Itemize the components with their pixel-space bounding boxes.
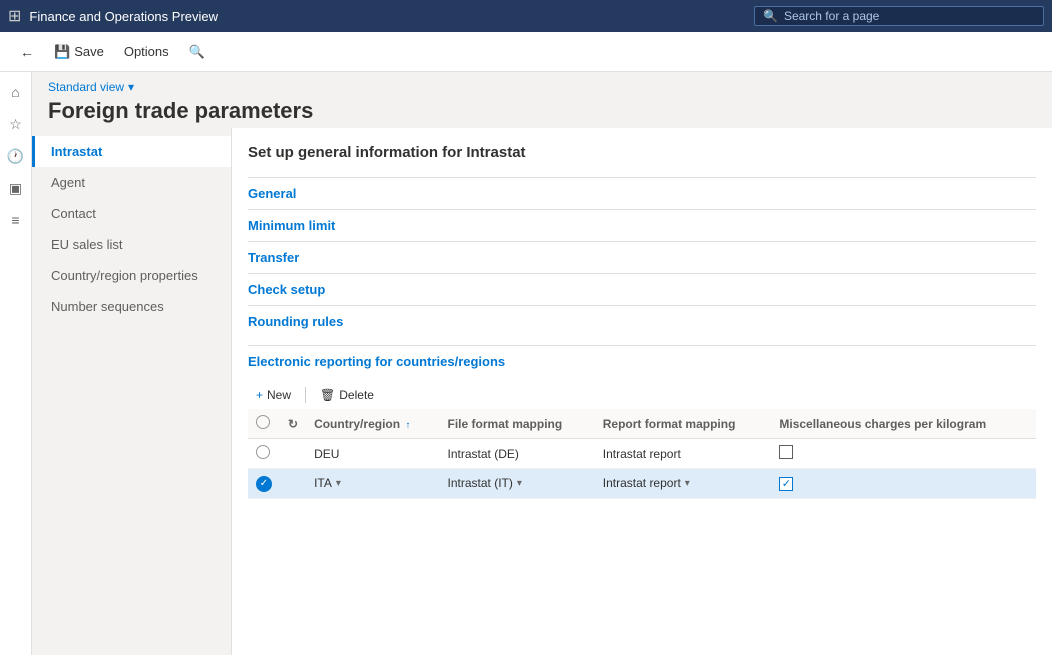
standard-view-selector[interactable]: Standard view ▾ (48, 80, 1036, 94)
right-panel: Set up general information for Intrastat… (232, 128, 1052, 655)
standard-view-label: Standard view (48, 80, 124, 94)
two-col-layout: Intrastat Agent Contact EU sales list Co… (32, 128, 1052, 655)
rail-workspaces-icon[interactable]: ▣ (4, 176, 28, 200)
nav-item-intrastat[interactable]: Intrastat (32, 136, 231, 167)
section-rounding-rules[interactable]: Rounding rules (248, 305, 1036, 337)
delete-label: Delete (339, 388, 374, 402)
plus-icon: + (256, 388, 263, 402)
section-transfer[interactable]: Transfer (248, 241, 1036, 273)
row-file-format-deu: Intrastat (DE) (440, 439, 595, 469)
reporting-title: Electronic reporting for countries/regio… (248, 345, 1036, 377)
command-bar: ← 💾 Save Options 🔍 (0, 32, 1052, 72)
row-check-ita: ✓ (256, 476, 272, 492)
row-misc-ita[interactable]: ✓ (771, 469, 1036, 499)
sort-icon: ↑ (405, 420, 410, 431)
section-rounding-rules-label: Rounding rules (248, 314, 343, 329)
global-search[interactable]: 🔍 (754, 6, 1044, 26)
row-refresh-deu[interactable] (280, 439, 306, 469)
row-report-format-ita: Intrastat report ▾ (595, 469, 772, 499)
options-button[interactable]: Options (116, 40, 177, 63)
section-transfer-label: Transfer (248, 250, 299, 265)
th-country-region[interactable]: Country/region ↑ (306, 409, 439, 439)
new-button[interactable]: + New (248, 385, 299, 405)
search-cmd-icon: 🔍 (189, 44, 205, 60)
grid-icon[interactable]: ⊞ (8, 6, 21, 26)
panel-subtitle: Set up general information for Intrastat (248, 144, 1036, 161)
search-button[interactable]: 🔍 (181, 40, 213, 64)
file-format-dropdown-arrow: ▾ (517, 478, 522, 489)
th-misc-charges[interactable]: Miscellaneous charges per kilogram (771, 409, 1036, 439)
section-general[interactable]: General (248, 177, 1036, 209)
save-button[interactable]: 💾 Save (46, 40, 112, 64)
content-area: Standard view ▾ Foreign trade parameters… (32, 72, 1052, 655)
rail-home-icon[interactable]: ⌂ (4, 80, 28, 104)
new-label: New (267, 388, 291, 402)
section-check-setup-label: Check setup (248, 282, 325, 297)
country-dropdown-arrow: ▾ (336, 478, 341, 489)
row-refresh-ita[interactable] (280, 469, 306, 499)
save-icon: 💾 (54, 44, 70, 60)
row-country-ita: ITA ▾ (306, 469, 439, 499)
section-minimum-limit[interactable]: Minimum limit (248, 209, 1036, 241)
table-row[interactable]: DEU Intrastat (DE) Intrastat report (248, 439, 1036, 469)
row-file-format-ita: Intrastat (IT) ▾ (440, 469, 595, 499)
page-header: Standard view ▾ Foreign trade parameters (32, 72, 1052, 128)
row-select-deu[interactable] (248, 439, 280, 469)
page-title: Foreign trade parameters (48, 98, 1036, 124)
back-button[interactable]: ← (12, 40, 42, 64)
nav-item-number-sequences[interactable]: Number sequences (32, 291, 231, 322)
icon-rail: ⌂ ☆ 🕐 ▣ ≡ (0, 72, 32, 655)
th-select[interactable] (248, 409, 280, 439)
th-file-format[interactable]: File format mapping (440, 409, 595, 439)
main-layout: ⌂ ☆ 🕐 ▣ ≡ Standard view ▾ Foreign trade … (0, 72, 1052, 655)
checkbox-checked-ita: ✓ (779, 477, 793, 491)
th-refresh[interactable]: ↻ (280, 409, 306, 439)
nav-item-country-region[interactable]: Country/region properties (32, 260, 231, 291)
row-radio-deu (256, 445, 270, 459)
nav-item-agent[interactable]: Agent (32, 167, 231, 198)
row-misc-deu[interactable] (771, 439, 1036, 469)
rail-favorites-icon[interactable]: ☆ (4, 112, 28, 136)
toolbar-separator (305, 387, 306, 403)
search-icon: 🔍 (763, 9, 778, 23)
top-bar: ⊞ Finance and Operations Preview 🔍 (0, 0, 1052, 32)
nav-item-eu-sales[interactable]: EU sales list (32, 229, 231, 260)
reporting-section: Electronic reporting for countries/regio… (248, 345, 1036, 499)
delete-button[interactable]: 🗑 Delete (312, 385, 382, 405)
rail-recent-icon[interactable]: 🕐 (4, 144, 28, 168)
table-toolbar: + New 🗑 Delete (248, 385, 1036, 405)
chevron-down-icon: ▾ (128, 80, 134, 94)
row-report-format-deu: Intrastat report (595, 439, 772, 469)
section-general-label: General (248, 186, 296, 201)
reporting-table: ↻ Country/region ↑ File format mapping (248, 409, 1036, 499)
row-country-deu: DEU (306, 439, 439, 469)
section-minimum-limit-label: Minimum limit (248, 218, 335, 233)
rail-modules-icon[interactable]: ≡ (4, 208, 28, 232)
header-radio (256, 415, 270, 429)
checkbox-unchecked-deu (779, 445, 793, 459)
delete-icon: 🗑 (320, 388, 335, 402)
back-icon: ← (20, 44, 34, 60)
row-select-ita[interactable]: ✓ (248, 469, 280, 499)
nav-item-contact[interactable]: Contact (32, 198, 231, 229)
th-report-format[interactable]: Report format mapping (595, 409, 772, 439)
left-nav: Intrastat Agent Contact EU sales list Co… (32, 128, 232, 655)
section-check-setup[interactable]: Check setup (248, 273, 1036, 305)
table-row[interactable]: ✓ ITA ▾ (248, 469, 1036, 499)
app-title: Finance and Operations Preview (29, 9, 746, 24)
table-header-row: ↻ Country/region ↑ File format mapping (248, 409, 1036, 439)
search-input[interactable] (784, 9, 1024, 23)
refresh-icon: ↻ (288, 417, 298, 431)
report-format-dropdown-arrow: ▾ (685, 478, 690, 489)
